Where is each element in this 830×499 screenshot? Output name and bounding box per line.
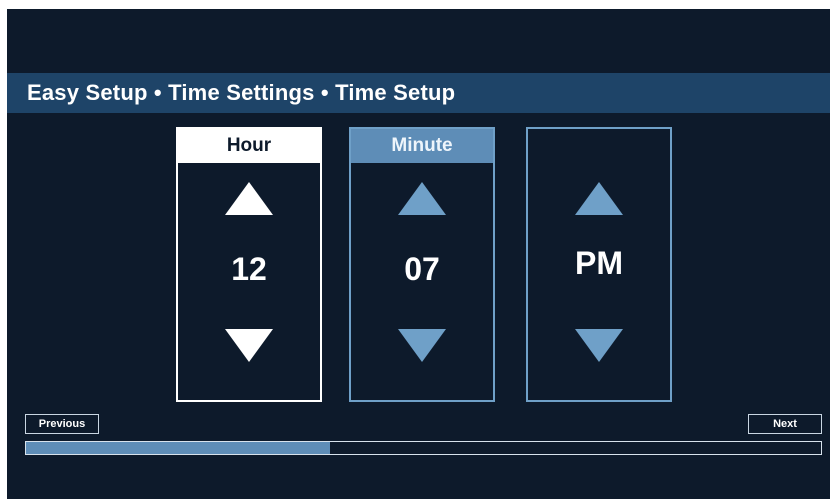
minute-spinner[interactable]: Minute 07: [349, 127, 495, 402]
hour-decrease-icon[interactable]: [225, 329, 273, 362]
previous-button[interactable]: Previous: [25, 414, 99, 434]
minute-decrease-icon[interactable]: [398, 329, 446, 362]
next-button[interactable]: Next: [748, 414, 822, 434]
ampm-value: PM: [575, 245, 623, 281]
tv-setup-screen: Easy Setup • Time Settings • Time Setup …: [7, 9, 830, 499]
hour-label: Hour: [178, 129, 320, 163]
hour-increase-icon[interactable]: [225, 182, 273, 215]
ampm-decrease-icon[interactable]: [575, 329, 623, 362]
hour-spinner[interactable]: Hour 12: [176, 127, 322, 402]
progress-fill: [26, 442, 331, 454]
minute-value: 07: [404, 251, 440, 287]
minute-label: Minute: [351, 129, 493, 163]
minute-increase-icon[interactable]: [398, 182, 446, 215]
ampm-spinner[interactable]: PM: [526, 127, 672, 402]
hour-value: 12: [231, 251, 267, 287]
page-title: Easy Setup • Time Settings • Time Setup: [27, 80, 456, 105]
ampm-increase-icon[interactable]: [575, 182, 623, 215]
title-bar: Easy Setup • Time Settings • Time Setup: [7, 73, 830, 113]
progress-bar: [25, 441, 822, 455]
